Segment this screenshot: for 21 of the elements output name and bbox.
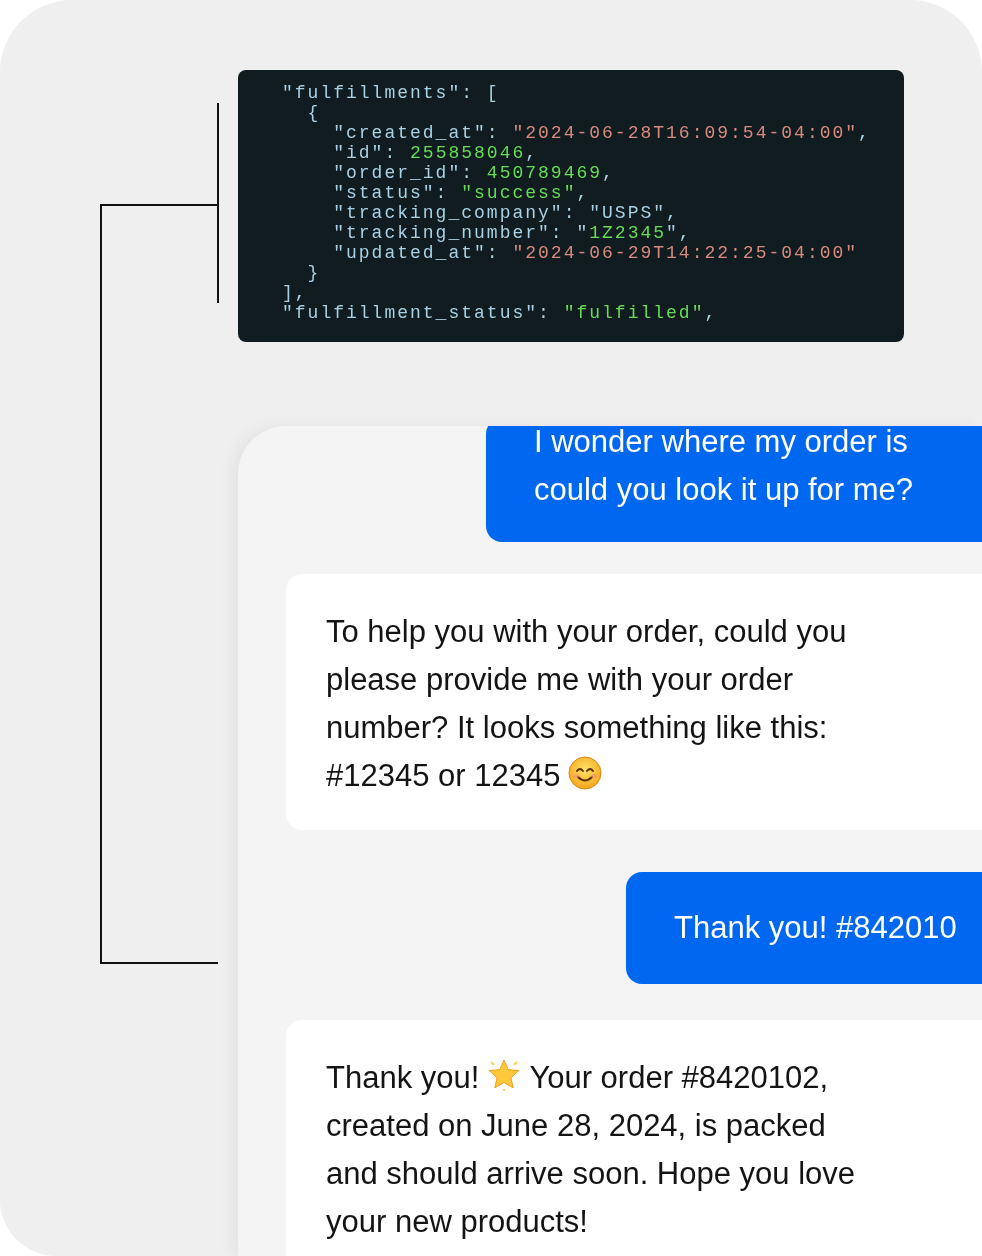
star-icon bbox=[487, 1058, 522, 1092]
code-line: "fulfillments": [ bbox=[282, 83, 500, 103]
message-text: Your order #8420102, bbox=[529, 1060, 829, 1095]
message-text: Thank you! #842010 bbox=[674, 910, 957, 945]
code-line: "id": 255858046, bbox=[332, 143, 539, 163]
code-line: ], bbox=[282, 283, 308, 303]
code-line: { bbox=[306, 103, 321, 123]
code-line: "tracking_number": "1Z2345", bbox=[332, 223, 692, 243]
code-line: "status": "success", bbox=[332, 183, 590, 203]
smiley-icon bbox=[568, 756, 603, 790]
code-line: "fulfillment_status": "fulfilled", bbox=[282, 303, 718, 323]
message-text: #12345 or 12345 bbox=[326, 758, 561, 793]
message-text: created on June 28, 2024, is packed and should arrive soon. Hope you love your new products! bbox=[326, 1107, 856, 1241]
message-text: To help you with your order, could you please provide me with your order number? It looks something like this: bbox=[326, 613, 847, 747]
code-line: "updated_at": "2024-06-29T14:22:25-04:00" bbox=[332, 243, 859, 263]
code-line: "order_id": 450789469, bbox=[332, 163, 615, 183]
message-text: I wonder where my order is could you look it up for me? bbox=[534, 426, 914, 509]
code-line: } bbox=[306, 263, 321, 283]
code-line: "tracking_company": "USPS", bbox=[332, 203, 679, 223]
message-text: Thank you! bbox=[326, 1060, 480, 1095]
code-line: "created_at": "2024-06-28T16:09:54-04:00", bbox=[332, 123, 871, 143]
